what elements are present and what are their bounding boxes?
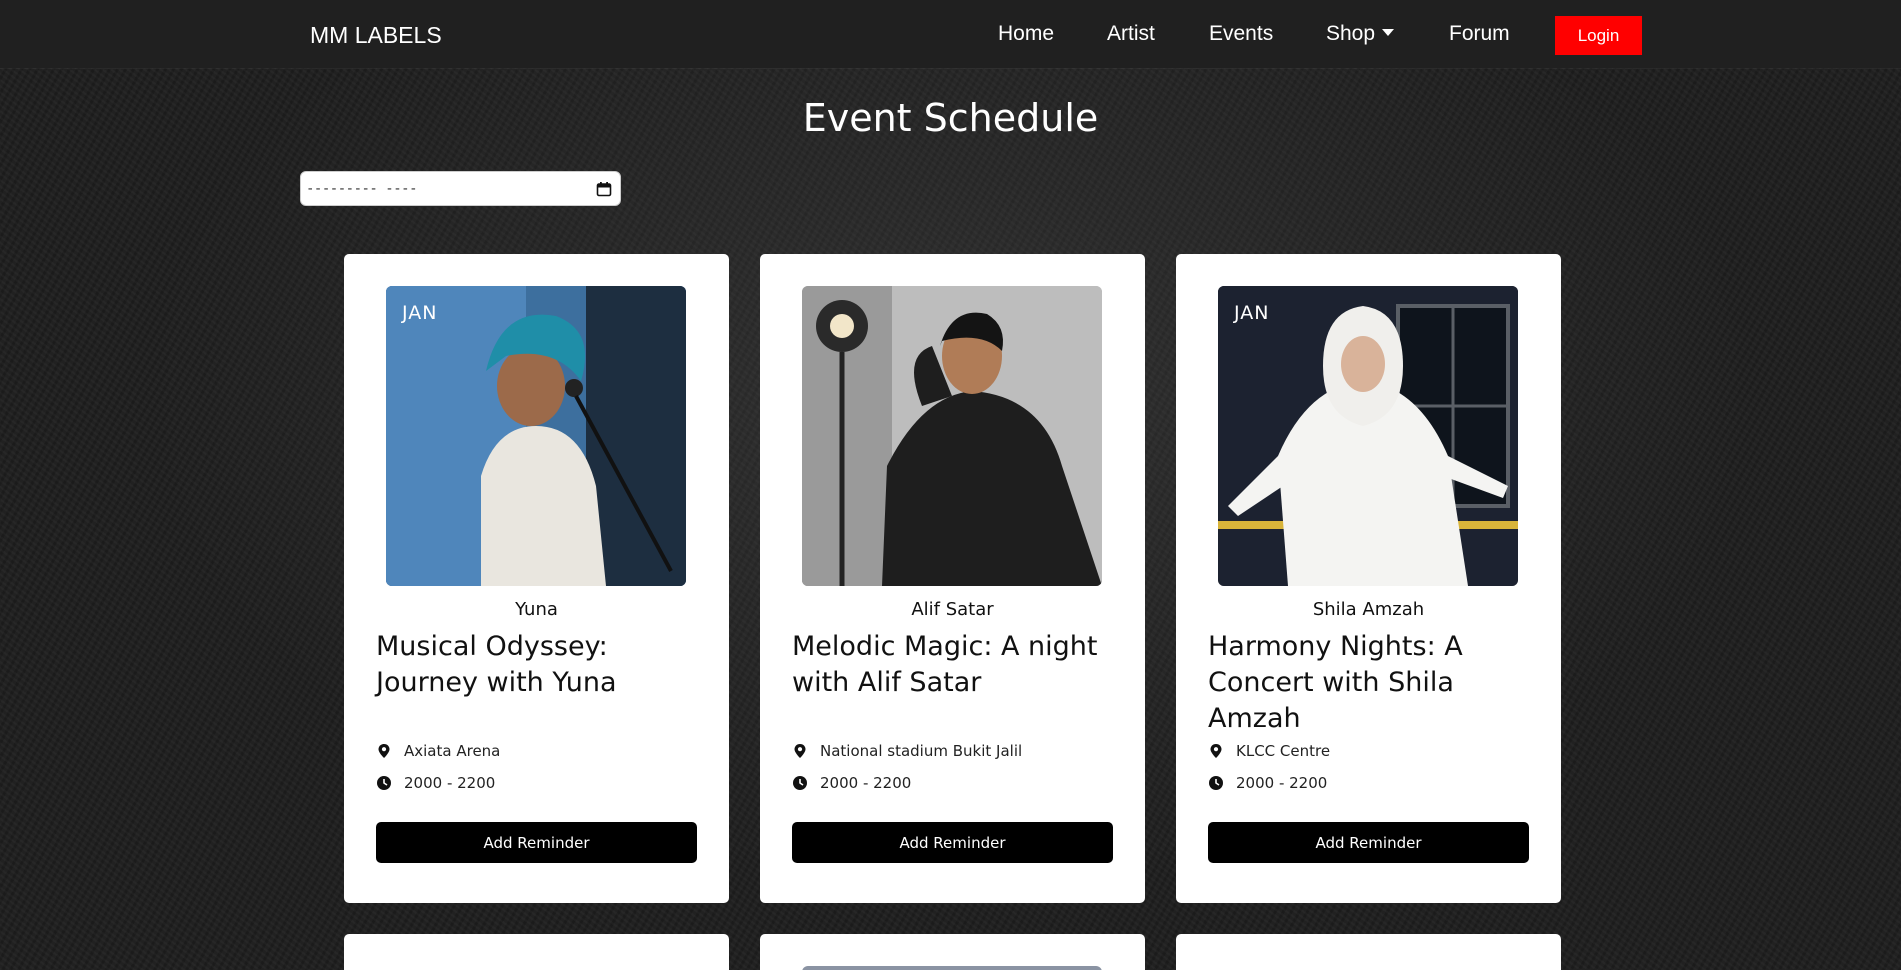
event-venue: Axiata Arena: [404, 742, 501, 760]
event-card: JAN Shila Amzah Harmony Nights: A Concer…: [1176, 254, 1561, 903]
event-venue-row: KLCC Centre: [1208, 742, 1330, 760]
event-time-row: 2000 - 2200: [792, 774, 911, 792]
artist-name: Shila Amzah: [1312, 599, 1425, 620]
map-pin-icon: [376, 743, 392, 759]
add-reminder-button[interactable]: Add Reminder: [376, 822, 697, 863]
artist-photo-shila-amzah: [1218, 286, 1518, 586]
event-card-partial: [760, 934, 1145, 970]
event-time-row: 2000 - 2200: [376, 774, 495, 792]
event-title: Musical Odyssey: Journey with Yuna: [376, 631, 617, 698]
artist-photo-alif-satar: [802, 286, 1102, 586]
event-month-badge: JAN: [1234, 302, 1270, 324]
clock-icon: [1208, 775, 1224, 791]
event-time: 2000 - 2200: [1236, 774, 1328, 792]
event-card: JAN Yuna Musical Odyssey: Journey with Y…: [344, 254, 729, 903]
event-card-partial: [344, 934, 729, 970]
map-pin-icon: [1208, 743, 1224, 759]
event-image-partial: [802, 966, 1102, 970]
event-card: Alif Satar Melodic Magic: A night with A…: [760, 254, 1145, 903]
add-reminder-button[interactable]: Add Reminder: [792, 822, 1113, 863]
event-venue-row: Axiata Arena: [376, 742, 500, 760]
add-reminder-button[interactable]: Add Reminder: [1208, 822, 1529, 863]
event-image: JAN: [386, 286, 686, 586]
event-image: [802, 286, 1102, 586]
clock-icon: [792, 775, 808, 791]
event-time-row: 2000 - 2200: [1208, 774, 1327, 792]
map-pin-icon: [792, 743, 808, 759]
event-venue-row: National stadium Bukit Jalil: [792, 742, 1022, 760]
event-time: 2000 - 2200: [820, 774, 912, 792]
event-venue: KLCC Centre: [1236, 742, 1331, 760]
event-title: Melodic Magic: A night with Alif Satar: [792, 631, 1098, 698]
clock-icon: [376, 775, 392, 791]
event-venue: National stadium Bukit Jalil: [820, 742, 1023, 760]
artist-name: Alif Satar: [911, 599, 994, 620]
event-card-partial: [1176, 934, 1561, 970]
artist-photo-yuna: [386, 286, 686, 586]
artist-name: Yuna: [515, 599, 558, 620]
event-time: 2000 - 2200: [404, 774, 496, 792]
event-card-grid: JAN Yuna Musical Odyssey: Journey with Y…: [0, 0, 1901, 970]
event-month-badge: JAN: [402, 302, 438, 324]
event-title: Harmony Nights: A Concert with Shila Amz…: [1208, 631, 1463, 734]
event-image: JAN: [1218, 286, 1518, 586]
